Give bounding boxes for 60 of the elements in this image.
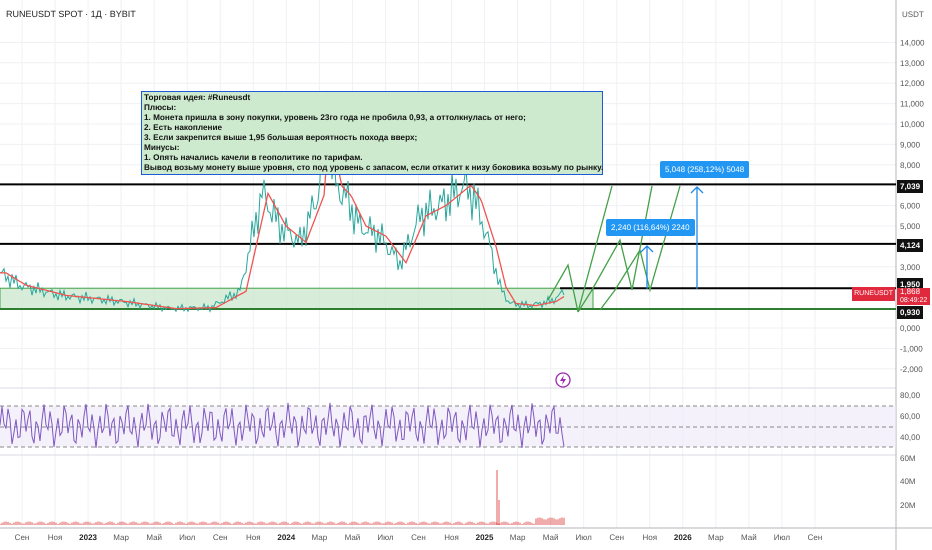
time-axis-label: Июл: [179, 533, 196, 542]
price-axis-label: 10,000: [900, 120, 924, 129]
time-axis-label: Май: [344, 533, 360, 542]
time-axis-label: Мар: [510, 533, 526, 542]
price-axis-label: 3,000: [900, 262, 920, 272]
price-axis-label: 6,000: [900, 202, 920, 211]
time-axis-label: Ноя: [642, 533, 658, 542]
price-axis-label: 9,000: [900, 140, 920, 150]
time-axis-label: Мар: [312, 533, 328, 542]
time-axis-label: Ноя: [246, 533, 261, 542]
time-axis-label: Сен: [808, 533, 822, 542]
chart-title: RUNEUSDT SPOT · 1Д · BYBIT: [6, 9, 136, 19]
time-axis-label: Июл: [377, 533, 394, 542]
price-axis-label: 5,000: [900, 222, 920, 231]
time-axis-label: Сен: [14, 533, 30, 542]
price-axis-label: 0,000: [900, 324, 920, 333]
time-axis-label: Ноя: [444, 533, 459, 542]
price-axis-label: -1,000: [900, 344, 923, 354]
volume-axis-label: 60M: [900, 454, 916, 463]
price-axis-label: 8,000: [900, 160, 920, 170]
lightning-icon[interactable]: [555, 372, 571, 388]
time-axis-label: Май: [741, 533, 757, 542]
price-axis-label: 12,000: [900, 79, 924, 88]
volume-axis-label: 40M: [900, 477, 916, 486]
time-axis-label: 2026: [674, 533, 692, 542]
level-price-label: 7,039: [897, 180, 924, 193]
time-axis-label: Сен: [411, 533, 426, 542]
price-axis-unit: USDT: [902, 10, 924, 19]
note-line: Плюсы:: [144, 103, 178, 113]
target-label: 2,240 (116,64%) 2240: [606, 219, 695, 236]
time-axis-label: Май: [542, 533, 558, 542]
target-arrow: [640, 245, 654, 290]
time-axis-label: 2024: [277, 533, 296, 542]
note-line: Торговая идея: #Runeusdt: [144, 93, 252, 103]
time-axis-label: Июл: [576, 533, 592, 542]
time-axis-label: Сен: [609, 533, 624, 542]
rsi-axis-label: 60,00: [900, 412, 920, 421]
note-line: 1. Монета пришла в зону покупки, уровень 23го года не пробила 0,93, а оттолкнулась от него;: [144, 113, 527, 123]
price-axis-label: 11,000: [900, 100, 924, 109]
target-label: 5,048 (258,12%) 5048: [660, 161, 750, 178]
rsi-axis-label: 80,00: [900, 391, 920, 400]
rsi-axis-label: 40,00: [900, 433, 920, 442]
time-axis-label: 2023: [79, 533, 97, 542]
time-axis-label: Ноя: [48, 533, 62, 542]
note-line: 2. Есть накопление: [144, 123, 224, 133]
level-price-label: 4,124: [897, 239, 924, 252]
level-price-label: 0,930: [897, 306, 924, 319]
note-line: Минусы:: [144, 143, 180, 153]
time-axis-label: Сен: [212, 533, 228, 542]
note-line: 3. Если закрепится выше 1,95 большая вероятность похода вверх;: [144, 133, 418, 143]
time-axis-label: Июл: [774, 533, 790, 542]
price-axis-label: 13,000: [900, 58, 924, 68]
time-axis-label: 2025: [476, 533, 494, 542]
price-axis-label: 14,000: [900, 38, 924, 48]
price-axis-label: -2,000: [900, 364, 923, 374]
time-axis-label: Мар: [113, 533, 129, 542]
volume-axis-label: 20M: [900, 501, 916, 510]
time-axis-label: Мар: [708, 533, 724, 542]
time-axis-label: Май: [146, 533, 162, 542]
note-line: 1. Опять начались качели в геополитике по тарифам.: [144, 153, 364, 163]
